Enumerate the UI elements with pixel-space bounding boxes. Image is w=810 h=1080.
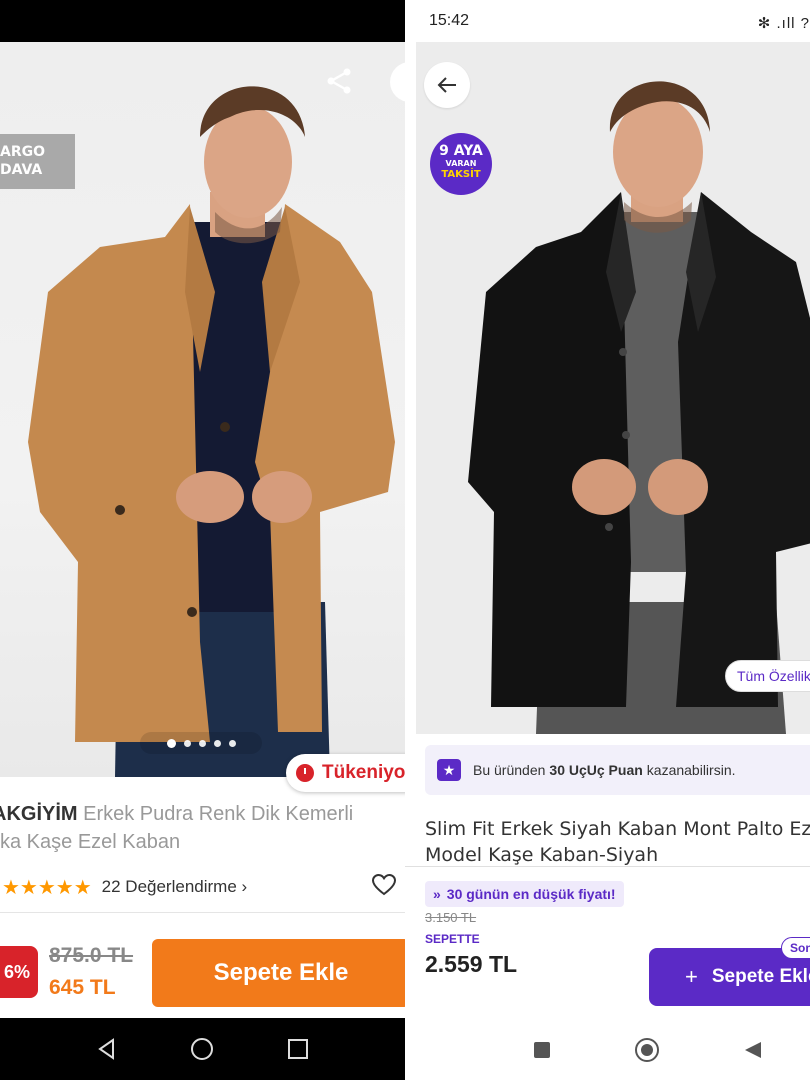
points-suffix: kazanabilirsin. <box>646 762 736 778</box>
product-title: AKGİYİM Erkek Pudra Renk Dik Kemerli ka … <box>0 800 405 856</box>
android-nav-bar <box>405 1018 810 1080</box>
brand-name[interactable]: AKGİYİM <box>0 803 78 825</box>
plus-icon: + <box>685 964 698 989</box>
back-button[interactable] <box>424 62 470 108</box>
home-nav-icon[interactable] <box>189 1036 215 1062</box>
lowest-price-label: 30 günün en düşük fiyatı! <box>446 886 616 902</box>
points-info: ★ Bu üründen 30 UçUç Puan kazanabilirsin… <box>425 745 810 795</box>
points-amount: 30 UçUç Puan <box>549 762 643 778</box>
back-nav-icon[interactable] <box>745 1042 761 1058</box>
product-title-line1: Erkek Pudra Renk Dik Kemerli <box>83 803 354 825</box>
pagination-dot[interactable] <box>198 739 206 747</box>
installment-line1: 9 AYA <box>439 143 483 159</box>
reviews-link[interactable]: 22 Değerlendirme › <box>102 877 248 897</box>
product-image[interactable]: ARGO DAVA <box>0 42 405 777</box>
clock-icon <box>296 764 314 782</box>
arrow-left-icon <box>437 77 456 93</box>
product-title-line2: ka Kaşe Ezel Kaban <box>0 831 181 853</box>
share-icon[interactable] <box>322 64 356 98</box>
product-title-line2: Model Kaşe Kaban-Siyah <box>425 844 659 866</box>
rating-stars: ★★★★★ <box>2 876 92 899</box>
left-app-screen: ARGO DAVA Tükeniyor AKGİYİM Erkek Pudra … <box>0 0 405 1080</box>
cargo-badge-line2: DAVA <box>0 162 43 178</box>
add-to-cart-label: Sepete Ekle <box>711 966 810 987</box>
cargo-badge: ARGO DAVA <box>0 134 75 189</box>
low-stock-badge: Tükeniyor <box>286 754 405 792</box>
status-time: 15:42 <box>429 12 470 29</box>
points-prefix: Bu üründen <box>473 762 546 778</box>
old-price: 3.150 TL <box>425 910 477 925</box>
in-cart-label: SEPETTE <box>425 932 480 946</box>
product-title: Slim Fit Erkek Siyah Kaban Mont Palto Ez… <box>425 816 810 868</box>
rating-row[interactable]: ★★★★★ 22 Değerlendirme › <box>0 872 405 902</box>
pagination-dot[interactable] <box>213 739 221 747</box>
chevrons-down-icon: » <box>433 886 441 902</box>
all-features-button[interactable]: Tüm Özellikler <box>725 660 810 692</box>
installment-badge: 9 AYA VARAN TAKSİT <box>430 133 492 195</box>
status-bar: 15:42 ✻ .ıll ? <box>405 0 810 42</box>
heart-icon[interactable] <box>371 873 397 901</box>
star-icon: ★ <box>437 759 461 781</box>
current-price: 645 TL <box>49 976 116 999</box>
android-nav-bar <box>0 1018 405 1080</box>
recents-nav-icon[interactable] <box>534 1042 550 1058</box>
status-bar <box>0 0 405 42</box>
installment-line2: VARAN <box>445 159 477 168</box>
current-price: 2.559 TL <box>425 951 518 977</box>
divider <box>405 866 810 867</box>
recents-nav-icon[interactable] <box>286 1037 310 1061</box>
discount-badge: 6% <box>0 946 38 998</box>
pagination-dot[interactable] <box>166 738 176 748</box>
right-app-screen: 15:42 ✻ .ıll ? 9 AYA VARAN TAKSİT Tüm Öz… <box>405 0 810 1080</box>
home-nav-icon[interactable] <box>635 1038 659 1062</box>
pagination-dot[interactable] <box>228 739 236 747</box>
divider <box>0 912 405 913</box>
status-icons: ✻ .ıll ? <box>757 15 810 32</box>
low-stock-label: Tükeniyor <box>322 762 405 783</box>
back-nav-icon[interactable] <box>95 1037 119 1061</box>
old-price: 875.0 TL <box>49 944 134 967</box>
image-pagination <box>140 732 262 754</box>
last-items-badge: Son <box>781 937 810 959</box>
add-to-cart-button[interactable]: Sepete Ekle <box>152 939 405 1007</box>
product-title-line1: Slim Fit Erkek Siyah Kaban Mont Palto Ez… <box>425 818 810 840</box>
lowest-price-badge: » 30 günün en düşük fiyatı! <box>425 881 624 907</box>
installment-line3: TAKSİT <box>441 169 481 180</box>
pagination-dot[interactable] <box>183 739 191 747</box>
cargo-badge-line1: ARGO <box>0 144 46 160</box>
